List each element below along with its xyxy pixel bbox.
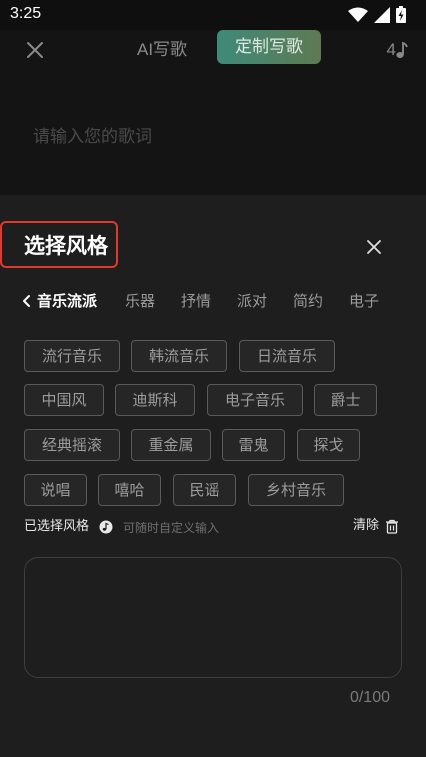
sheet-close-icon[interactable] bbox=[362, 235, 386, 259]
tab-custom-write[interactable]: 定制写歌 bbox=[217, 30, 321, 64]
style-chip[interactable]: 说唱 bbox=[24, 474, 87, 506]
music-note-icon bbox=[396, 41, 408, 58]
music-disc-icon bbox=[99, 520, 113, 534]
category-tab-electronic[interactable]: 电子 bbox=[349, 287, 379, 315]
category-tab-instrument[interactable]: 乐器 bbox=[125, 287, 155, 315]
chevron-left-icon[interactable] bbox=[20, 291, 34, 311]
status-time: 3:25 bbox=[10, 5, 42, 22]
lyric-input[interactable]: 请输入您的歌词 bbox=[33, 122, 152, 147]
style-chip[interactable]: 民谣 bbox=[173, 474, 236, 506]
style-chip[interactable]: 中国风 bbox=[24, 384, 104, 416]
sheet-title: 选择风格 bbox=[24, 234, 108, 258]
style-chip[interactable]: 嘻哈 bbox=[98, 474, 161, 506]
category-tab-minimal[interactable]: 简约 bbox=[293, 287, 323, 315]
style-picker-sheet: 选择风格 音乐流派 乐器 抒情 派对 简约 电子 流行音乐 韩流音乐 日流音乐 … bbox=[0, 195, 426, 757]
style-chip[interactable]: 经典摇滚 bbox=[24, 429, 120, 461]
note-count-badge[interactable]: 4 bbox=[387, 36, 408, 64]
category-tab-party[interactable]: 派对 bbox=[237, 287, 267, 315]
editor-area: AI写歌 定制写歌 4 请输入您的歌词 bbox=[0, 30, 426, 195]
style-chip[interactable]: 乡村音乐 bbox=[248, 474, 344, 506]
trash-icon bbox=[386, 519, 399, 534]
style-chip[interactable]: 爵士 bbox=[314, 384, 377, 416]
note-count-value: 4 bbox=[386, 40, 396, 59]
category-tab-genre[interactable]: 音乐流派 bbox=[37, 287, 97, 315]
category-tab-lyrical[interactable]: 抒情 bbox=[181, 287, 211, 315]
category-tabs: 音乐流派 乐器 抒情 派对 简约 电子 bbox=[0, 287, 426, 315]
status-bar: 3:25 bbox=[0, 0, 426, 30]
style-chip[interactable]: 日流音乐 bbox=[239, 340, 335, 372]
style-chip[interactable]: 重金属 bbox=[131, 429, 211, 461]
selected-styles-label: 已选择风格 bbox=[24, 519, 90, 534]
battery-icon bbox=[396, 6, 406, 23]
close-icon[interactable] bbox=[23, 38, 47, 62]
signal-icon bbox=[374, 6, 390, 23]
clear-label: 清除 bbox=[353, 518, 380, 533]
tab-ai-write[interactable]: AI写歌 bbox=[137, 36, 187, 64]
style-chip[interactable]: 探戈 bbox=[297, 429, 360, 461]
custom-input-hint: 可随时自定义输入 bbox=[123, 521, 220, 535]
wifi-icon bbox=[348, 7, 368, 22]
style-chip[interactable]: 韩流音乐 bbox=[131, 340, 227, 372]
custom-style-input[interactable] bbox=[24, 557, 402, 678]
style-chip[interactable]: 流行音乐 bbox=[24, 340, 120, 372]
style-chip[interactable]: 迪斯科 bbox=[115, 384, 195, 416]
character-counter: 0/100 bbox=[349, 689, 390, 706]
style-chip[interactable]: 电子音乐 bbox=[207, 384, 303, 416]
status-icons bbox=[348, 6, 406, 23]
style-chip[interactable]: 雷鬼 bbox=[222, 429, 285, 461]
clear-button[interactable]: 清除 bbox=[353, 516, 399, 536]
